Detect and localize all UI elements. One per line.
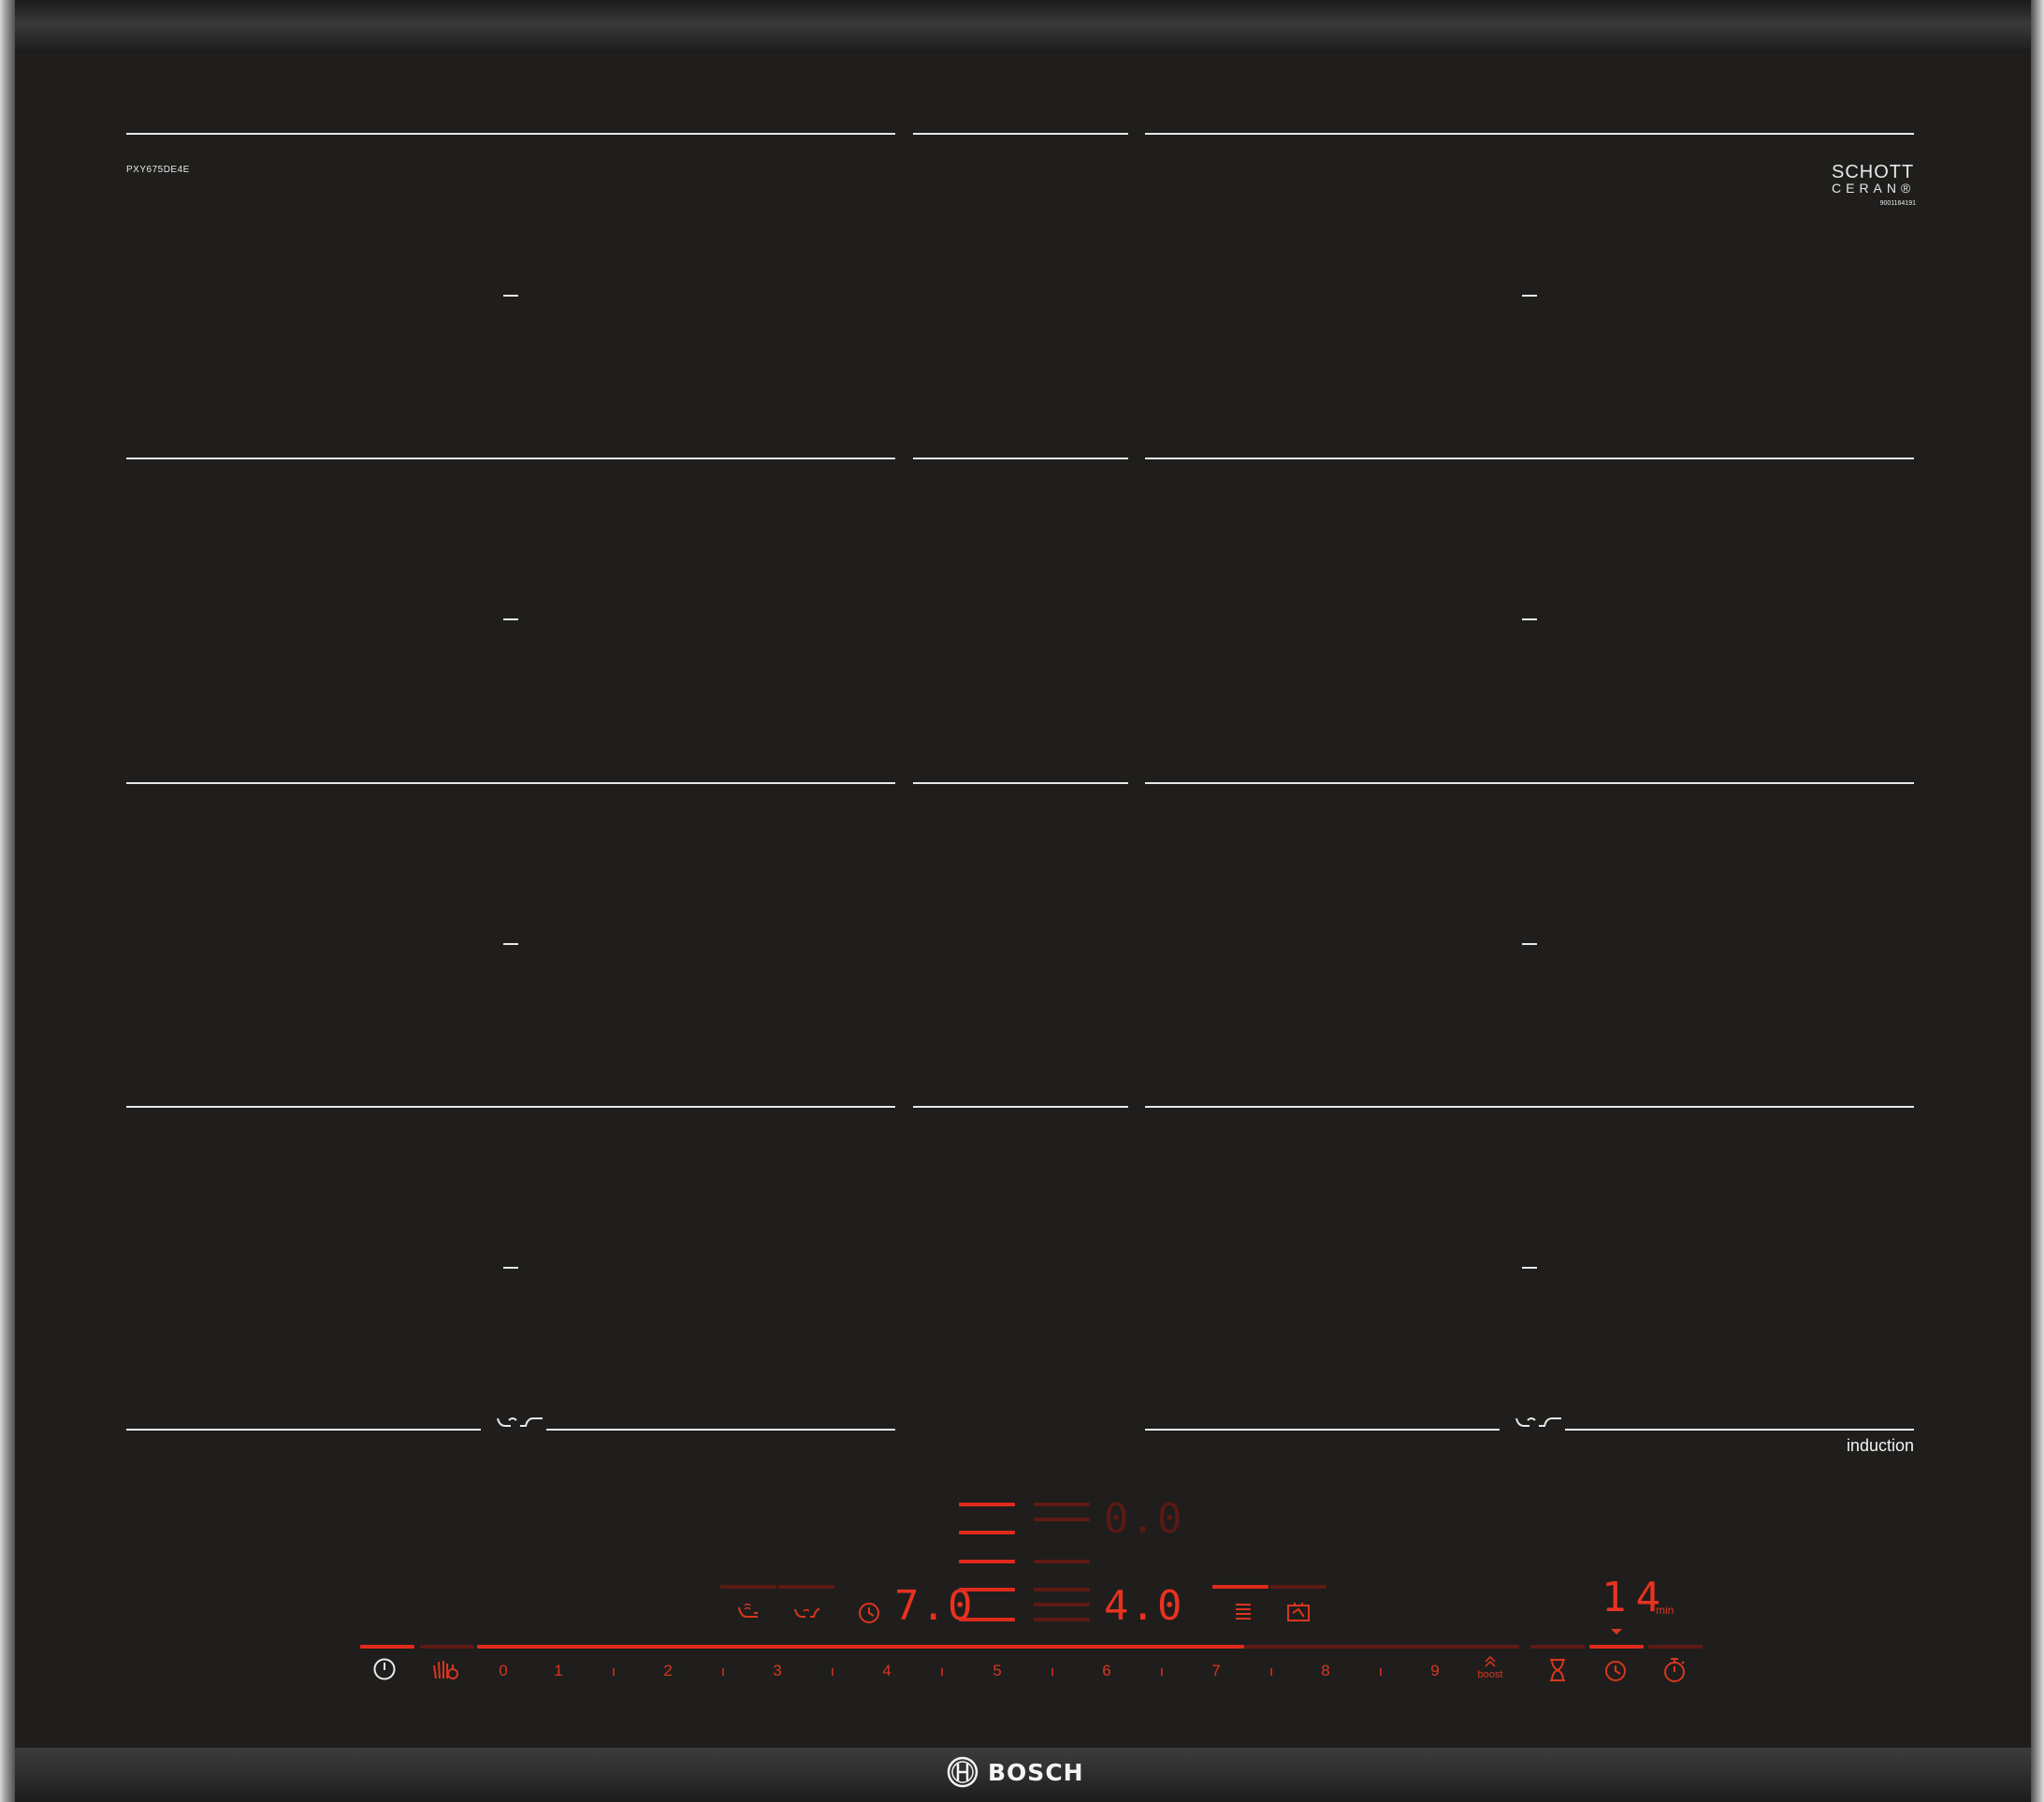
zone-led-right [1034,1503,1090,1506]
power-level-9[interactable]: 9 [1421,1662,1449,1680]
steel-frame-right [2031,0,2044,1802]
half-step-mark[interactable] [1051,1668,1053,1676]
timer-icon[interactable] [1602,1657,1629,1683]
model-number: PXY675DE4E [126,165,190,175]
zone-line [913,133,1128,135]
bosch-armature-icon [947,1756,979,1788]
zone-center-mark [1522,943,1537,945]
zone-line [1145,458,1914,459]
timer-arrow-icon [1611,1629,1622,1635]
cooktop: PXY675DE4E SCHOTT CERAN® 9001164191 indu… [0,0,2044,1802]
flex-zone-wave-icon [1515,1417,1561,1427]
lock-button-led [420,1645,474,1649]
half-step-mark[interactable] [832,1668,834,1676]
power-level-3[interactable]: 3 [763,1662,791,1680]
zone-led-right [1034,1560,1090,1563]
power-level-5[interactable]: 5 [983,1662,1011,1680]
glass-brand-line2: CERAN® [1832,181,1916,196]
glass-brand-line1: SCHOTT [1832,162,1915,182]
zone-line [1145,1429,1500,1431]
zone-line [126,782,895,784]
slider-active [477,1645,1244,1649]
flex-zone-icon[interactable] [793,1606,821,1620]
zone-line [126,1429,481,1431]
timer-button-led [1589,1645,1644,1649]
stopwatch-icon[interactable] [1661,1656,1688,1684]
zone-line [1145,133,1914,135]
steel-frame-left [0,0,15,1802]
glass-brand-logo: SCHOTT CERAN® 9001164191 [1832,163,1916,207]
zone-led-left [959,1503,1015,1506]
power-button-led [360,1645,414,1649]
half-step-mark[interactable] [1380,1668,1382,1676]
menu-icon[interactable] [1233,1602,1254,1624]
function-led [1212,1585,1268,1589]
glass-brand-code: 9001164191 [1879,200,1916,207]
child-lock-icon[interactable] [430,1656,460,1682]
zone-center-mark [1522,1267,1537,1269]
function-led [778,1585,834,1589]
power-level-8[interactable]: 8 [1312,1662,1340,1680]
zone-center-mark [1522,618,1537,620]
zone-timer-icon[interactable] [857,1601,881,1625]
zone-center-mark [1522,295,1537,297]
zone-line [1145,1106,1914,1108]
frying-sensor-icon[interactable] [1285,1600,1312,1624]
power-level-6[interactable]: 6 [1093,1662,1121,1680]
brand-logo: BOSCH [947,1753,1084,1791]
move-function-icon[interactable] [735,1602,761,1622]
display-right: 4.0 [1104,1582,1184,1630]
zone-led-left [959,1560,1015,1563]
zone-line [913,1106,1128,1108]
half-step-mark[interactable] [1270,1668,1272,1676]
power-level-1[interactable]: 1 [544,1662,573,1680]
function-led [1270,1585,1326,1589]
zone-center-mark [503,943,518,945]
brand-name: BOSCH [988,1758,1084,1786]
display-top: 0.0 [1104,1495,1184,1543]
zone-line [126,458,895,459]
slider-inactive [1244,1645,1519,1649]
zone-line [126,133,895,135]
power-level-0[interactable]: 0 [489,1662,517,1680]
half-step-mark[interactable] [1161,1668,1163,1676]
zone-center-mark [503,1267,518,1269]
zone-center-mark [503,295,518,297]
steel-frame-top [0,0,2044,52]
boost-arrow-icon [1485,1656,1496,1667]
power-icon[interactable] [372,1657,397,1681]
zone-led-left [959,1531,1015,1534]
zone-line [546,1429,895,1431]
function-led [720,1585,776,1589]
zone-line [913,458,1128,459]
half-step-mark[interactable] [722,1668,724,1676]
zone-center-mark [503,618,518,620]
half-step-mark[interactable] [941,1668,943,1676]
zone-led-left [959,1618,1015,1621]
timer-button-led [1530,1645,1585,1649]
stopwatch-button-led [1648,1645,1703,1649]
power-level-4[interactable]: 4 [873,1662,901,1680]
timer-unit: min [1656,1604,1674,1617]
zone-led-left [959,1588,1015,1591]
zone-led-right [1034,1603,1090,1606]
flex-zone-wave-icon [497,1417,543,1427]
zone-led-right [1034,1588,1090,1591]
zone-led-right [1034,1618,1090,1621]
boost-button[interactable]: boost [1471,1669,1509,1680]
zone-line [913,782,1128,784]
kitchen-timer-icon[interactable] [1547,1658,1568,1682]
power-level-2[interactable]: 2 [654,1662,682,1680]
zone-line [1565,1429,1914,1431]
zone-line [1145,782,1914,784]
zone-led-right [1034,1518,1090,1521]
zone-line [126,1106,895,1108]
power-level-7[interactable]: 7 [1202,1662,1230,1680]
induction-label: induction [1846,1436,1914,1455]
half-step-mark[interactable] [613,1668,615,1676]
